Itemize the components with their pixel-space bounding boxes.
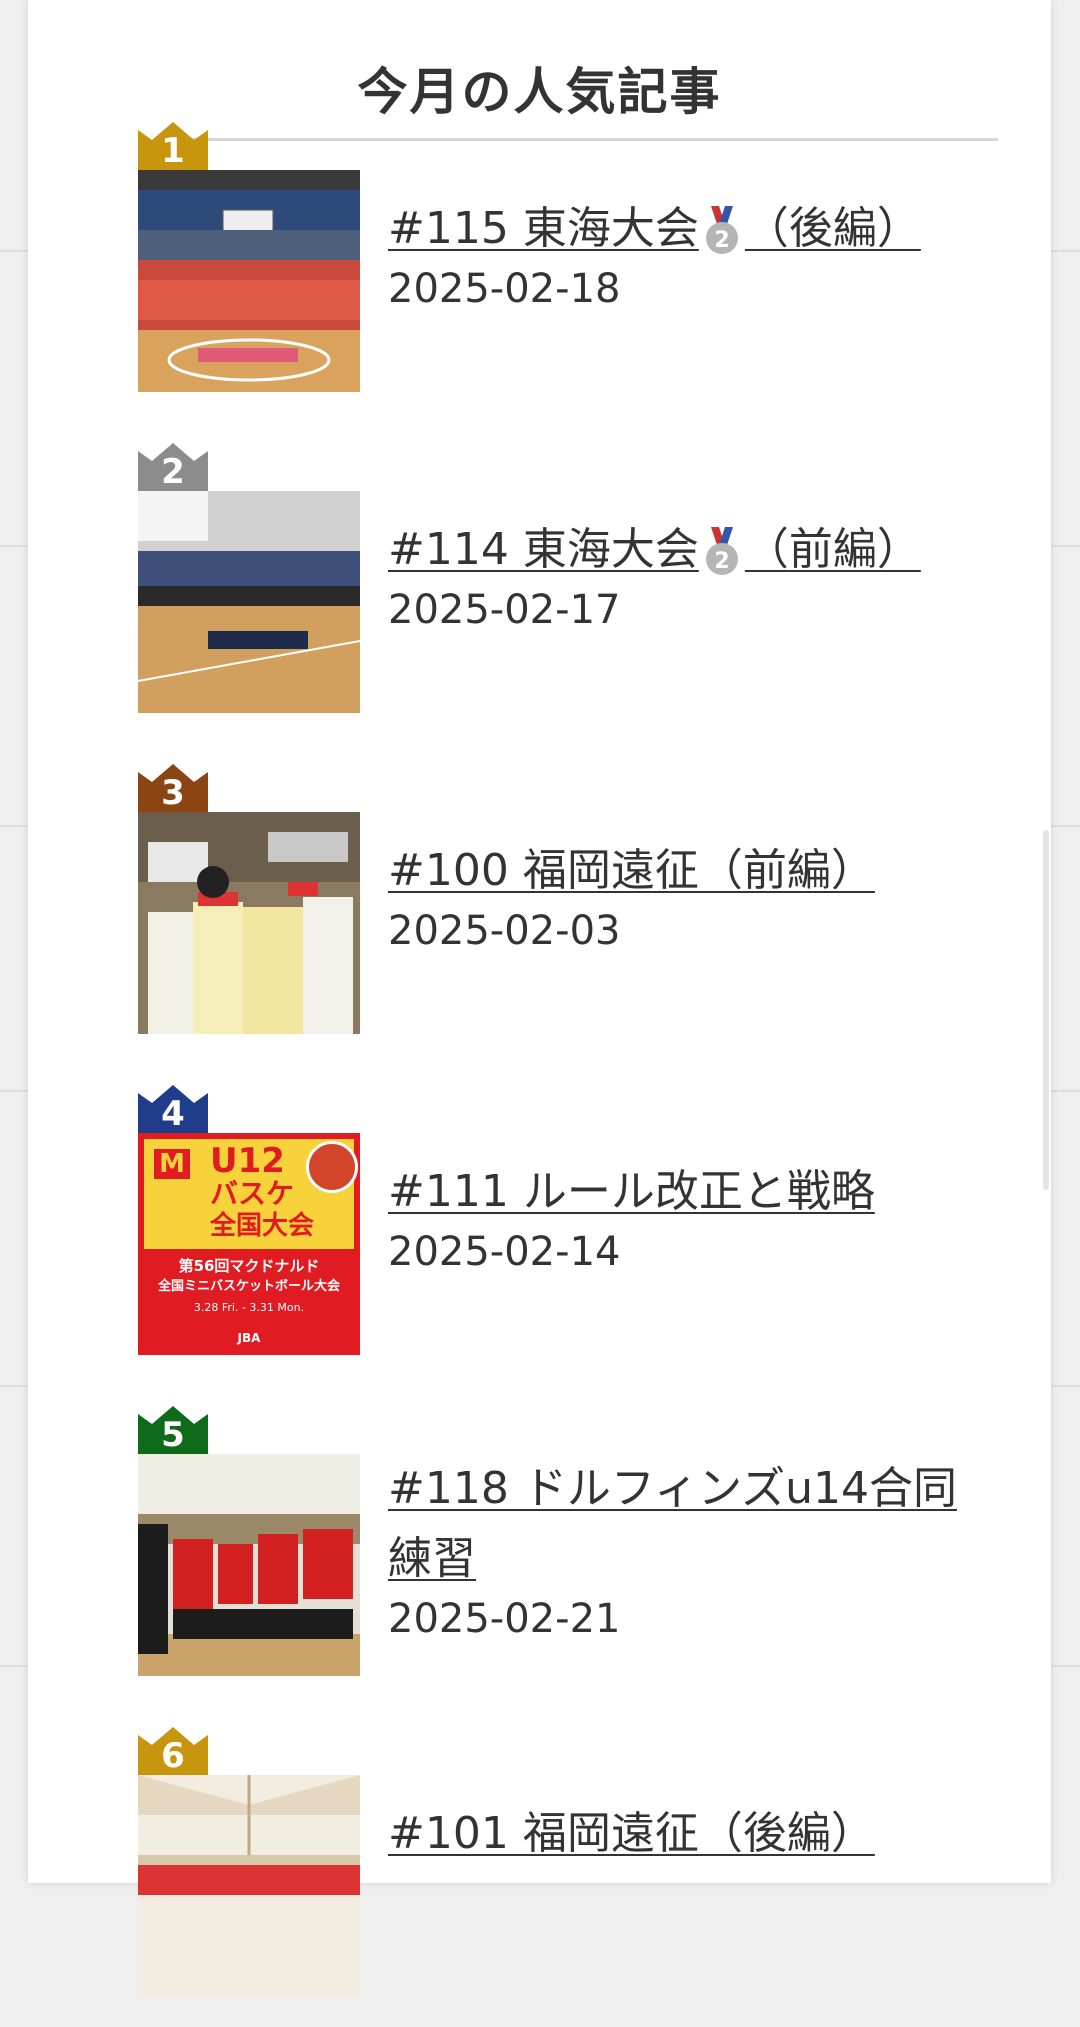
poster-line-5: 全国ミニバスケットボール大会	[157, 1279, 340, 1294]
thumbnail-practice-photo[interactable]	[138, 1454, 360, 1676]
article-title-link[interactable]: #114 東海大会 2 （前編）	[388, 515, 968, 585]
section-title: 今月の人気記事	[357, 63, 722, 121]
poster-u12: U12	[210, 1141, 285, 1181]
poster-line-4: 第56回マクドナルド	[178, 1257, 320, 1275]
ranking-item-4[interactable]: 4 M U12 バスケ 全国大会 第56回マクドナルド 全国ミニバスケットボール…	[111, 1085, 991, 1385]
basketball-icon	[306, 1141, 358, 1193]
article-title-link[interactable]: #118 ドルフィンズu14合同練習	[388, 1454, 968, 1594]
article-date: 2025-02-03	[388, 908, 621, 954]
crown-silver-icon: 2	[138, 443, 208, 493]
ranking-item-6[interactable]: 6 #101 福岡遠征（後編）	[111, 1727, 991, 2027]
scrollbar[interactable]	[1043, 830, 1049, 1190]
popular-articles-widget: 今月の人気記事 1 #115 東海大会 2 （後編） 2025-02-18 2 …	[28, 0, 1051, 1997]
poster-basuke: バスケ	[210, 1177, 295, 1210]
ranking-item-1[interactable]: 1 #115 東海大会 2 （後編） 2025-02-18	[111, 122, 991, 422]
silver-medal-icon: 2	[703, 527, 741, 577]
poster-zenkoku: 全国大会	[210, 1211, 315, 1241]
thumbnail-gym-photo[interactable]	[138, 491, 360, 713]
article-title-link[interactable]: #111 ルール改正と戦略	[388, 1157, 968, 1227]
svg-text:2: 2	[714, 549, 729, 574]
crown-bronze-icon: 3	[138, 764, 208, 814]
ranking-item-5[interactable]: 5 #118 ドルフィンズu14合同練習 2025-02-21	[111, 1406, 991, 1706]
svg-text:2: 2	[714, 228, 729, 253]
article-date: 2025-02-18	[388, 266, 621, 312]
thumbnail-players-photo[interactable]	[138, 812, 360, 1034]
article-date: 2025-02-21	[388, 1596, 621, 1642]
ranking-item-2[interactable]: 2 #114 東海大会 2 （前編） 2025-02-17	[111, 443, 991, 743]
crown-green-icon: 5	[138, 1406, 208, 1456]
poster-footer: JBA	[237, 1331, 261, 1345]
thumbnail-gym-team-photo[interactable]	[138, 1775, 360, 1997]
article-title-link[interactable]: #101 福岡遠征（後編）	[388, 1799, 968, 1869]
article-date: 2025-02-17	[388, 587, 621, 633]
silver-medal-icon: 2	[703, 206, 741, 256]
mcdonalds-logo: M	[154, 1149, 190, 1179]
thumbnail-tournament-poster[interactable]: M U12 バスケ 全国大会 第56回マクドナルド 全国ミニバスケットボール大会…	[138, 1133, 360, 1355]
ranking-item-3[interactable]: 3 #100 福岡遠征（前編） 2025-02-03	[111, 764, 991, 1064]
article-title-link[interactable]: #100 福岡遠征（前編）	[388, 836, 968, 906]
poster-dates: 3.28 Fri. - 3.31 Mon.	[193, 1301, 305, 1314]
crown-gold-icon: 6	[138, 1727, 208, 1777]
article-title-link[interactable]: #115 東海大会 2 （後編）	[388, 194, 968, 264]
thumbnail-team-photo[interactable]	[138, 170, 360, 392]
crown-blue-icon: 4	[138, 1085, 208, 1135]
article-date: 2025-02-14	[388, 1229, 621, 1275]
crown-gold-icon: 1	[138, 122, 208, 172]
